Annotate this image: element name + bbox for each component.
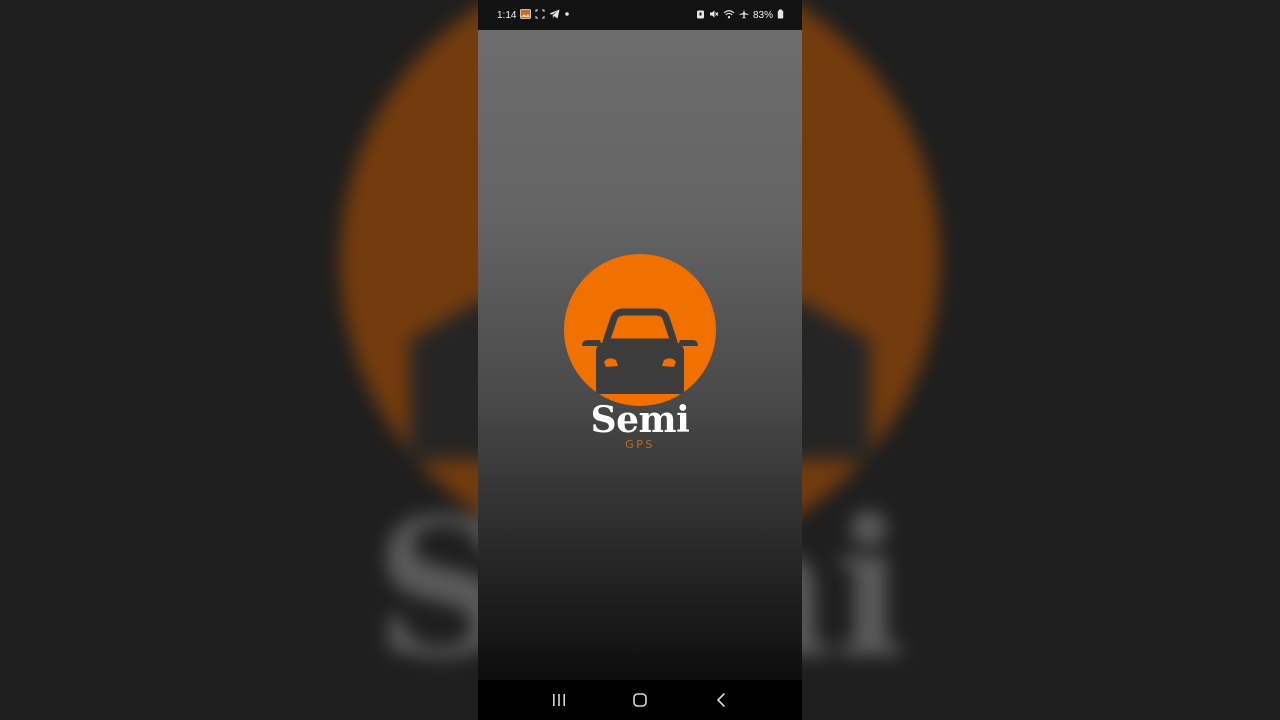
status-time: 1:14	[497, 9, 517, 21]
recent-apps-icon	[552, 694, 565, 706]
back-icon	[717, 693, 726, 707]
battery-percent: 83%	[752, 9, 773, 21]
status-left: 1:14	[497, 9, 570, 21]
back-button[interactable]	[701, 680, 741, 720]
dot-icon	[564, 9, 570, 21]
battery-icon	[777, 9, 784, 21]
wifi-icon	[723, 9, 735, 21]
screen: Semi 1:14	[0, 0, 1280, 720]
mute-icon	[709, 9, 719, 21]
status-right: 83%	[696, 9, 784, 21]
airplane-icon	[739, 9, 749, 21]
gallery-icon	[520, 9, 532, 21]
phone-screen: 1:14 83% Semi GPS	[478, 0, 802, 720]
app-name: Semi	[590, 399, 690, 441]
navigation-bar	[478, 680, 802, 720]
alarm-icon	[696, 9, 705, 21]
car-sun-icon	[564, 254, 716, 406]
home-button[interactable]	[620, 680, 660, 720]
app-logo: Semi GPS	[558, 250, 722, 460]
home-icon	[633, 693, 647, 707]
status-bar: 1:14 83%	[478, 0, 802, 30]
recent-apps-button[interactable]	[539, 680, 579, 720]
app-subtitle: GPS	[625, 438, 655, 451]
screenshot-icon	[535, 9, 545, 21]
telegram-icon	[549, 9, 560, 21]
